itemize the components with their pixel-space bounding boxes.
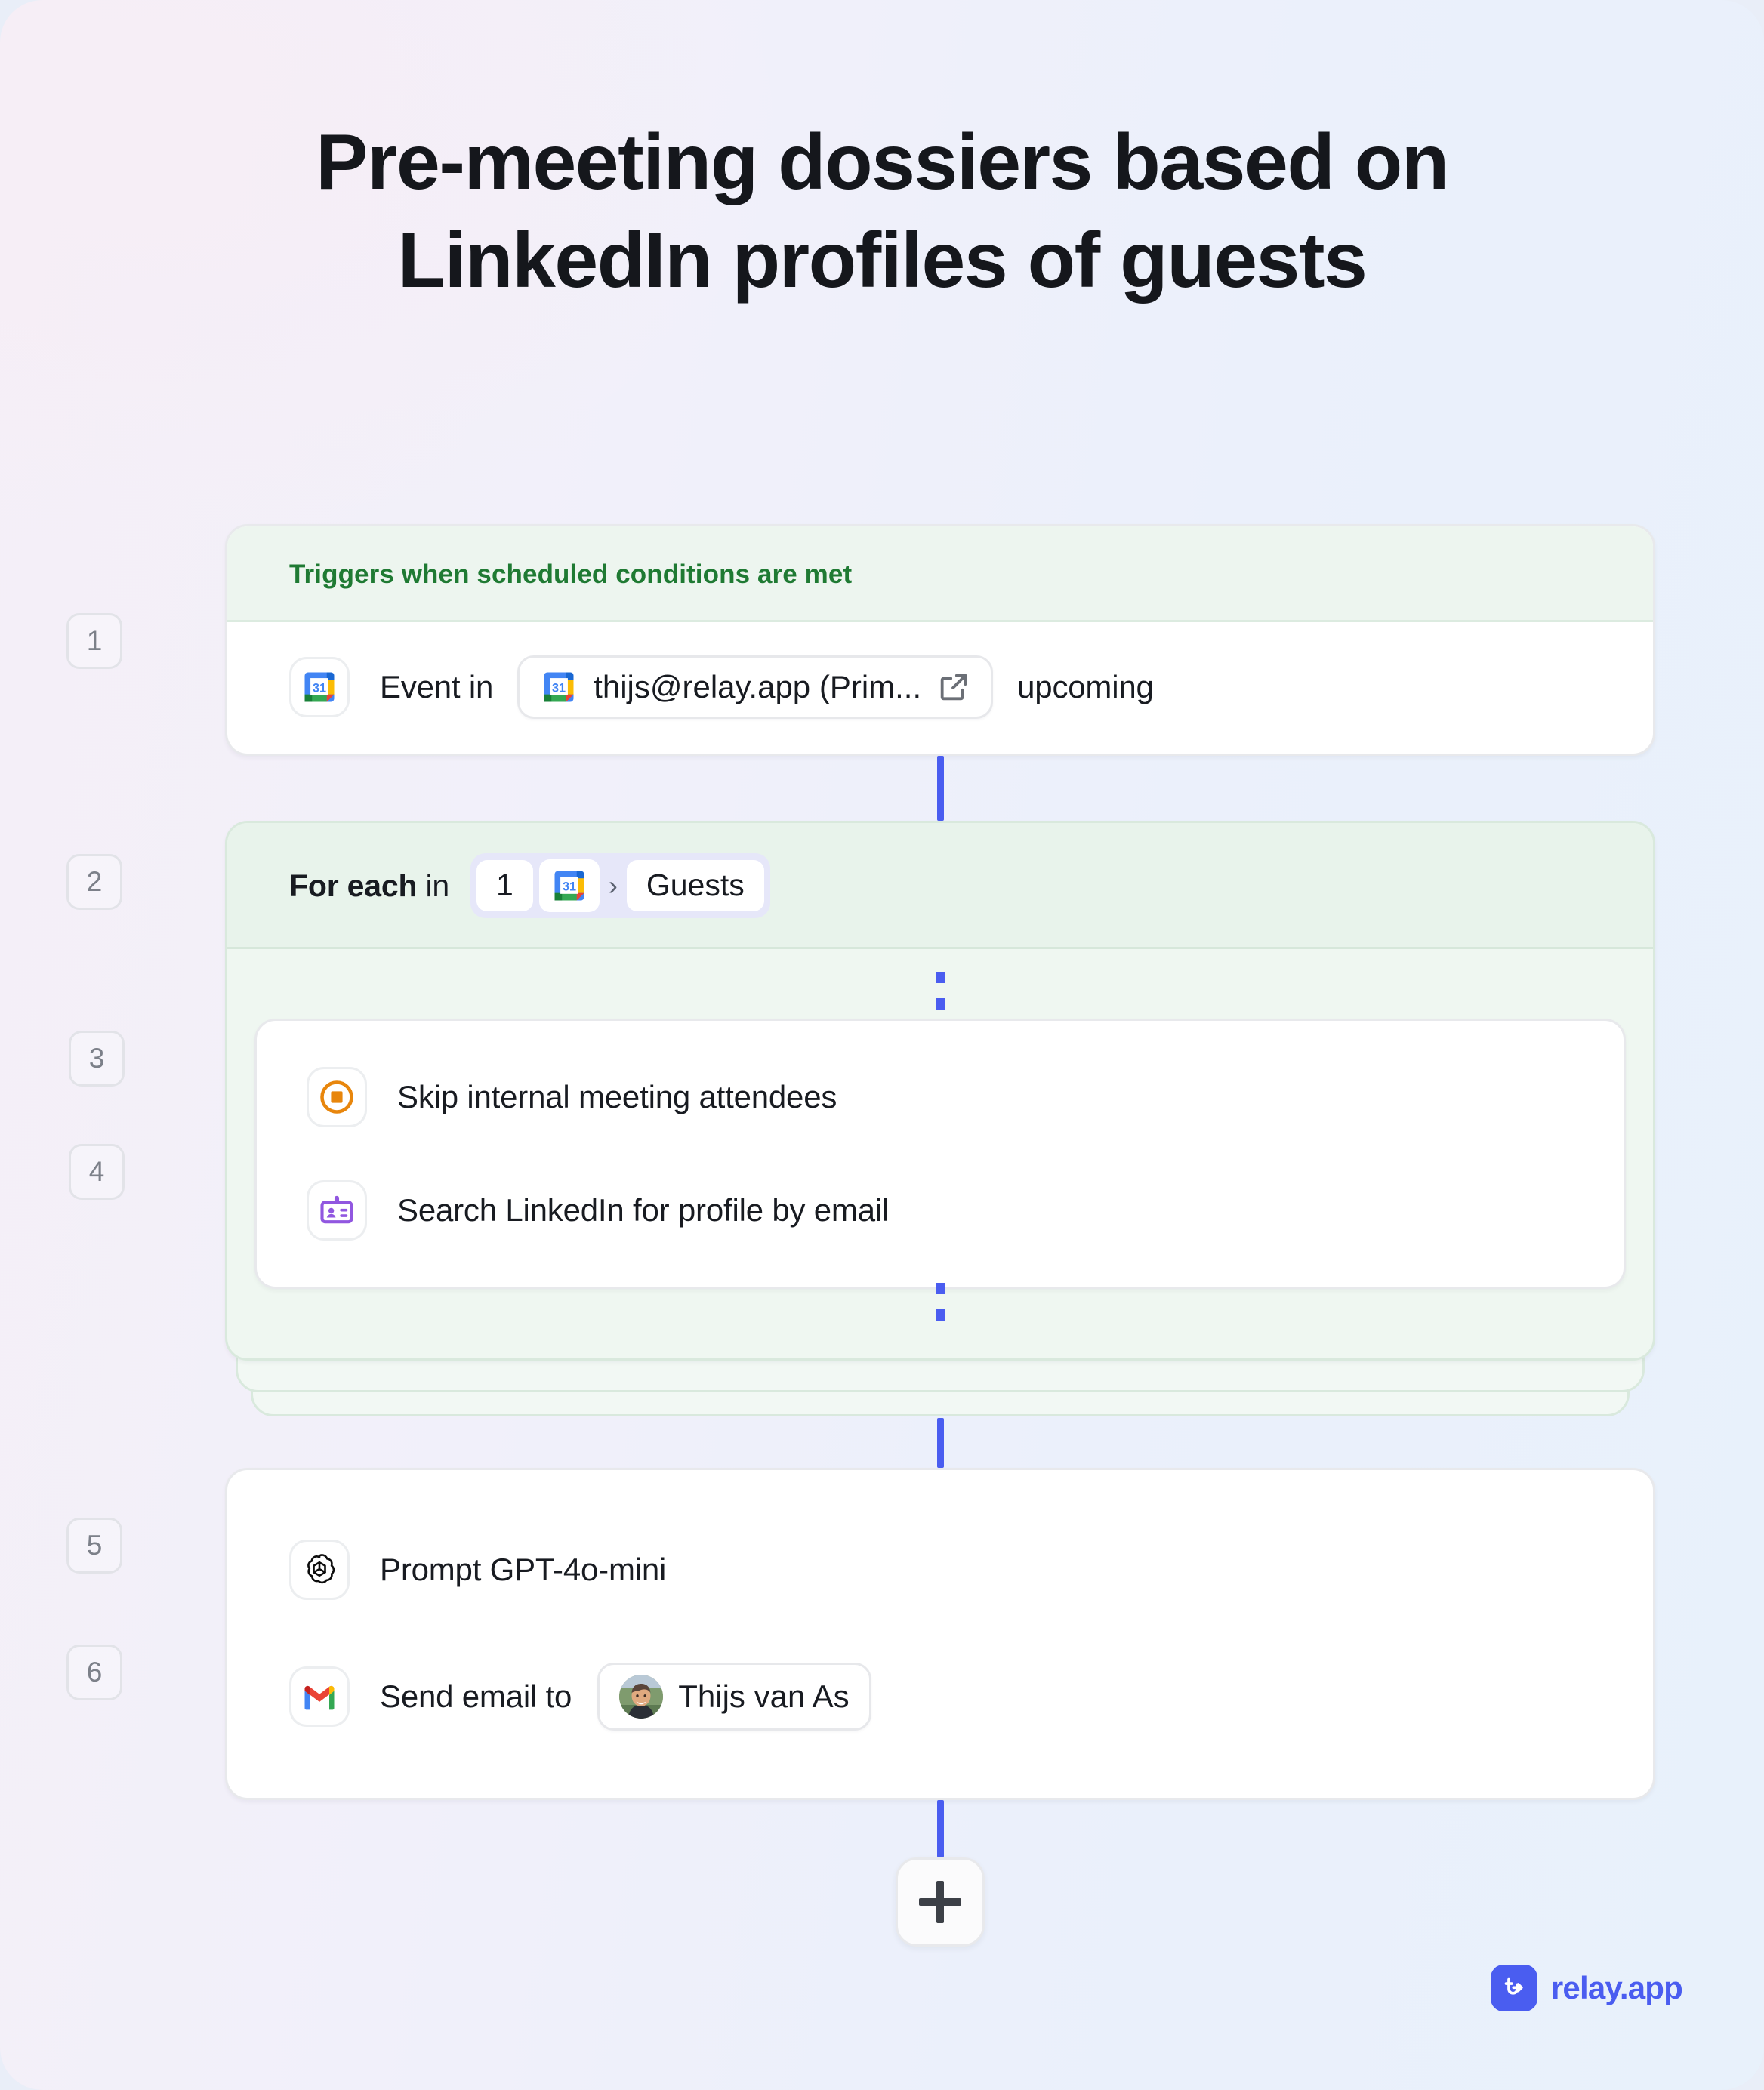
loop-source-index[interactable]: 1 <box>476 860 533 911</box>
page-title-line-2: LinkedIn profiles of guests <box>0 211 1764 310</box>
trigger-chip-text: thijs@relay.app (Prim... <box>594 669 921 705</box>
connector-line <box>937 1800 944 1857</box>
avatar-thijs <box>619 1675 663 1719</box>
loop-header[interactable]: For each in 1 <box>227 823 1653 949</box>
loop-step-label-linkedin: Search LinkedIn for profile by email <box>397 1192 889 1228</box>
svg-text:31: 31 <box>563 880 576 894</box>
loop-wrapper: 2 For each in 1 <box>225 821 1655 1361</box>
dot <box>936 972 945 983</box>
loop-source-app[interactable]: 31 <box>539 859 600 912</box>
step-badge-1: 1 <box>66 613 122 669</box>
loop-body: 3 4 Skip internal meeting attendees <box>227 949 1653 1358</box>
trigger-label-after: upcoming <box>1017 669 1154 705</box>
step-badge-2: 2 <box>66 854 122 910</box>
relay-logo-icon <box>1491 1965 1537 2011</box>
loop-step-label-skip: Skip internal meeting attendees <box>397 1079 837 1115</box>
loop-label-thin: in <box>426 868 450 903</box>
svg-text:31: 31 <box>313 682 326 695</box>
recipient-chip[interactable]: Thijs van As <box>597 1663 871 1731</box>
actions-card: Prompt GPT-4o-mini Send e <box>225 1468 1655 1800</box>
openai-icon <box>289 1540 350 1600</box>
google-calendar-icon: 31 <box>550 866 589 905</box>
connector-zone-3 <box>225 1800 1655 1947</box>
flow-diagram-page: Pre-meeting dossiers based on LinkedIn p… <box>0 0 1764 2090</box>
for-each-loop-card[interactable]: For each in 1 <box>225 821 1655 1361</box>
loop-source-field[interactable]: Guests <box>627 860 764 911</box>
action-label-prompt: Prompt GPT-4o-mini <box>380 1552 666 1588</box>
connector-zone-1 <box>225 756 1655 821</box>
loop-steps-card: Skip internal meeting attendees <box>254 1019 1626 1289</box>
trigger-label-before: Event in <box>380 669 493 705</box>
linkedin-profile-card-icon <box>307 1180 367 1241</box>
plus-icon <box>919 1881 961 1923</box>
recipient-chip-name: Thijs van As <box>678 1678 849 1715</box>
actions-wrapper: 5 6 Prompt GPT-4o-mini <box>225 1468 1655 1800</box>
page-title: Pre-meeting dossiers based on LinkedIn p… <box>0 113 1764 310</box>
loop-step-row-skip[interactable]: Skip internal meeting attendees <box>257 1040 1624 1154</box>
dot <box>936 998 945 1010</box>
action-label-send-email: Send email to <box>380 1678 572 1715</box>
loop-dotted-connector-top <box>936 972 945 1025</box>
svg-text:31: 31 <box>552 682 566 695</box>
step-badge-4: 4 <box>69 1144 125 1200</box>
google-calendar-icon: 31 <box>289 657 350 717</box>
trigger-card-body: 31 Event in 31 <box>227 622 1653 754</box>
trigger-header-text: Triggers when scheduled conditions are m… <box>289 559 852 589</box>
loop-path-separator: › <box>606 870 621 902</box>
trigger-card[interactable]: Triggers when scheduled conditions are m… <box>225 524 1655 756</box>
step-badge-6: 6 <box>66 1645 122 1700</box>
trigger-calendar-chip[interactable]: 31 thijs@relay.app (Prim... <box>517 655 993 719</box>
google-calendar-icon: 31 <box>539 667 578 707</box>
dot <box>936 1309 945 1321</box>
relay-brand: relay.app <box>1491 1965 1682 2011</box>
loop-step-row-linkedin[interactable]: Search LinkedIn for profile by email <box>257 1154 1624 1267</box>
loop-dotted-connector-bottom <box>936 1283 945 1336</box>
workflow-canvas: 1 Triggers when scheduled conditions are… <box>225 524 1655 1947</box>
external-link-icon[interactable] <box>936 670 971 704</box>
add-step-button[interactable] <box>896 1857 985 1947</box>
loop-label-bold: For each <box>289 868 417 903</box>
step-badge-5: 5 <box>66 1518 122 1574</box>
connector-line <box>937 756 944 821</box>
connector-line <box>937 1418 944 1468</box>
loop-header-label: For each in <box>289 868 449 904</box>
skip-stop-icon <box>307 1067 367 1127</box>
relay-brand-name: relay.app <box>1551 1970 1682 2006</box>
gmail-icon <box>289 1666 350 1727</box>
step-badge-3: 3 <box>69 1031 125 1087</box>
trigger-card-header: Triggers when scheduled conditions are m… <box>227 526 1653 622</box>
action-row-send-email[interactable]: Send email to <box>227 1633 1653 1760</box>
loop-source-chip[interactable]: 1 31 <box>470 853 770 918</box>
page-title-line-1: Pre-meeting dossiers based on <box>0 113 1764 211</box>
action-row-prompt[interactable]: Prompt GPT-4o-mini <box>227 1506 1653 1633</box>
dot <box>936 1283 945 1294</box>
